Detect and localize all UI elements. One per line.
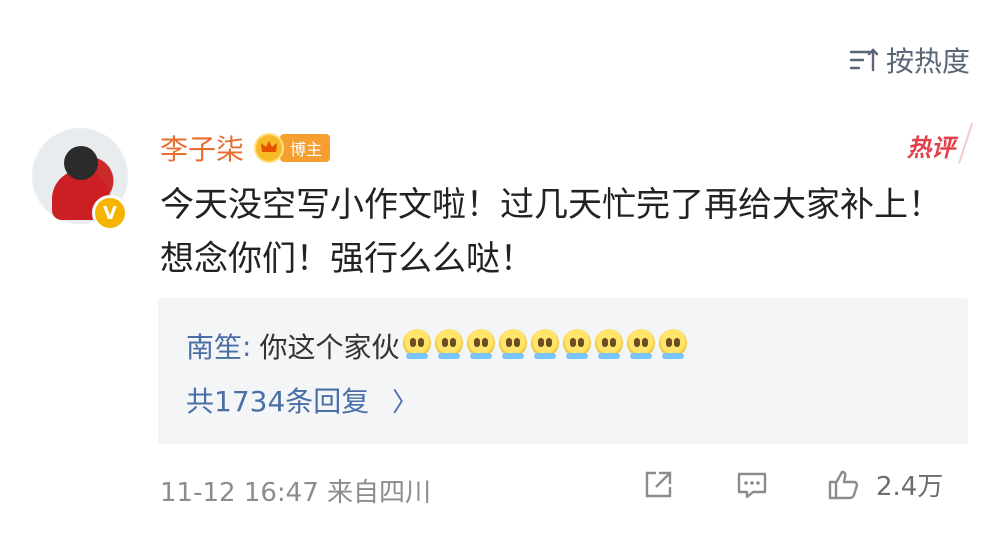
like-count: 2.4万 — [876, 472, 944, 502]
crown-icon — [254, 133, 285, 163]
comment-meta: 11-12 16:47 来自四川 — [160, 478, 432, 508]
hot-comment-tag: 热评 — [907, 128, 955, 163]
reply-text: 你这个家伙 — [259, 331, 400, 364]
share-icon — [645, 471, 672, 497]
sort-label: 按热度 — [885, 45, 970, 78]
crying-emoji-icon — [627, 328, 656, 359]
avatar-figure-head — [64, 146, 98, 180]
sort-by-hotness-button[interactable]: 按热度 — [848, 40, 970, 80]
blogger-badge: 博主 — [254, 133, 331, 163]
comment-icon — [737, 472, 767, 498]
reply-preview-box[interactable]: 南笙 : 你这个家伙 共1734条回复 〉 — [158, 298, 968, 444]
comment-button[interactable] — [734, 467, 770, 503]
comment-body: 今天没空写小作文啦！过几天忙完了再给大家补上！想念你们！强行么么哒！ — [160, 185, 942, 279]
share-button[interactable] — [640, 467, 676, 503]
crying-emoji-icon — [659, 328, 688, 359]
verified-badge-icon: V — [92, 195, 128, 231]
comment-username[interactable]: 李子柒 — [160, 128, 244, 168]
comment-actions: 2.4万 — [640, 466, 943, 503]
thumbs-up-icon — [828, 470, 859, 499]
crying-emoji-icon — [595, 328, 624, 359]
chevron-right-icon: 〉 — [392, 388, 419, 418]
crying-emoji-icon — [403, 328, 432, 359]
reply-preview-line: 南笙 : 你这个家伙 — [186, 326, 688, 366]
crying-emoji-icon — [563, 328, 592, 359]
sort-icon — [849, 48, 879, 72]
reply-count-label: 共1734条回复 — [186, 385, 370, 418]
crying-emoji-icon — [435, 328, 464, 359]
badge-label: 博主 — [280, 134, 331, 162]
crying-emoji-icon — [467, 328, 496, 359]
reply-author[interactable]: 南笙 — [186, 326, 242, 366]
reply-colon: : — [242, 329, 252, 363]
crying-emoji-icon — [499, 328, 528, 359]
view-replies-link[interactable]: 共1734条回复 〉 — [186, 380, 418, 420]
comment-author-row: 李子柒 博主 — [160, 128, 331, 168]
like-button[interactable]: 2.4万 — [826, 466, 943, 503]
emoji-group — [399, 328, 688, 364]
crying-emoji-icon — [531, 328, 560, 359]
